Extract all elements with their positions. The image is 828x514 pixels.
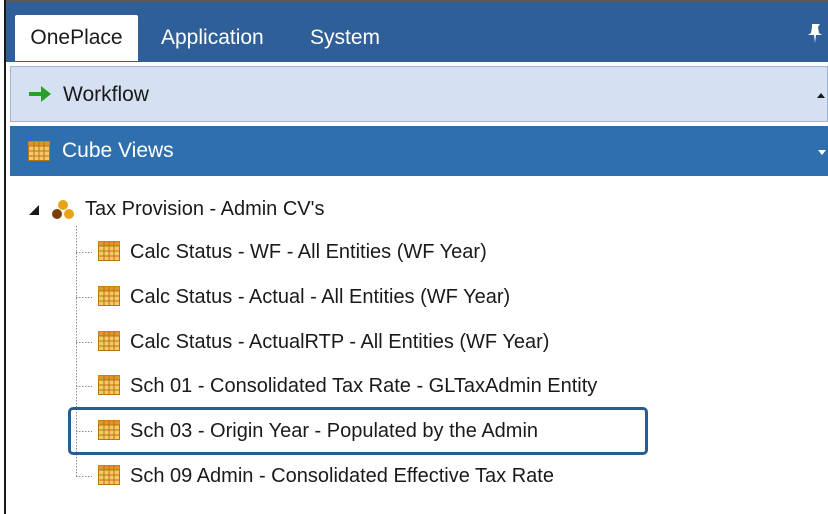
workflow-panel-header[interactable]: Workflow bbox=[10, 66, 828, 122]
tab-system[interactable]: System bbox=[310, 15, 380, 61]
cube-view-grid-icon bbox=[98, 465, 120, 485]
collapse-down-icon[interactable] bbox=[818, 148, 826, 156]
cube-views-tree: Tax Provision - Admin CV's Calc Status -… bbox=[10, 176, 828, 514]
cube-view-grid-icon bbox=[98, 375, 120, 395]
collapse-up-icon[interactable] bbox=[817, 91, 825, 99]
group-icon bbox=[52, 200, 74, 219]
tab-application[interactable]: Application bbox=[161, 15, 264, 61]
workflow-label: Workflow bbox=[63, 83, 149, 106]
tree-item-label: Sch 09 Admin - Consolidated Effective Ta… bbox=[130, 465, 554, 487]
cube-view-grid-icon bbox=[98, 286, 120, 306]
cube-view-grid-icon bbox=[98, 331, 120, 351]
cube-view-grid-icon bbox=[28, 141, 50, 161]
tree-branch-line bbox=[76, 476, 92, 477]
tree-item-label: Sch 03 - Origin Year - Populated by the … bbox=[130, 420, 539, 442]
tree-root-label: Tax Provision - Admin CV's bbox=[85, 198, 325, 220]
expanded-triangle-icon[interactable] bbox=[28, 204, 40, 216]
green-arrow-right-icon bbox=[29, 86, 51, 102]
tree-item-label: Calc Status - Actual - All Entities (WF … bbox=[130, 286, 511, 308]
oneplace-panel: OnePlace Application System Workflow Cub… bbox=[0, 0, 828, 514]
cube-views-panel-header[interactable]: Cube Views bbox=[10, 126, 828, 176]
tree-item-label: Calc Status - ActualRTP - All Entities (… bbox=[130, 331, 550, 353]
tree-branch-line bbox=[76, 386, 92, 387]
left-border bbox=[4, 0, 6, 514]
tab-bar: OnePlace Application System bbox=[6, 2, 828, 62]
tab-oneplace[interactable]: OnePlace bbox=[15, 15, 138, 61]
cube-views-label: Cube Views bbox=[62, 139, 174, 162]
tree-branch-line bbox=[76, 252, 92, 253]
tree-branch-line bbox=[76, 342, 92, 343]
cube-view-grid-icon bbox=[98, 420, 120, 440]
tree-branch-line bbox=[76, 431, 92, 432]
pin-icon[interactable] bbox=[806, 22, 824, 44]
tree-branch-line bbox=[76, 297, 92, 298]
tree-item-label: Sch 01 - Consolidated Tax Rate - GLTaxAd… bbox=[130, 375, 598, 397]
cube-view-grid-icon bbox=[98, 241, 120, 261]
tree-item-label: Calc Status - WF - All Entities (WF Year… bbox=[130, 241, 487, 263]
